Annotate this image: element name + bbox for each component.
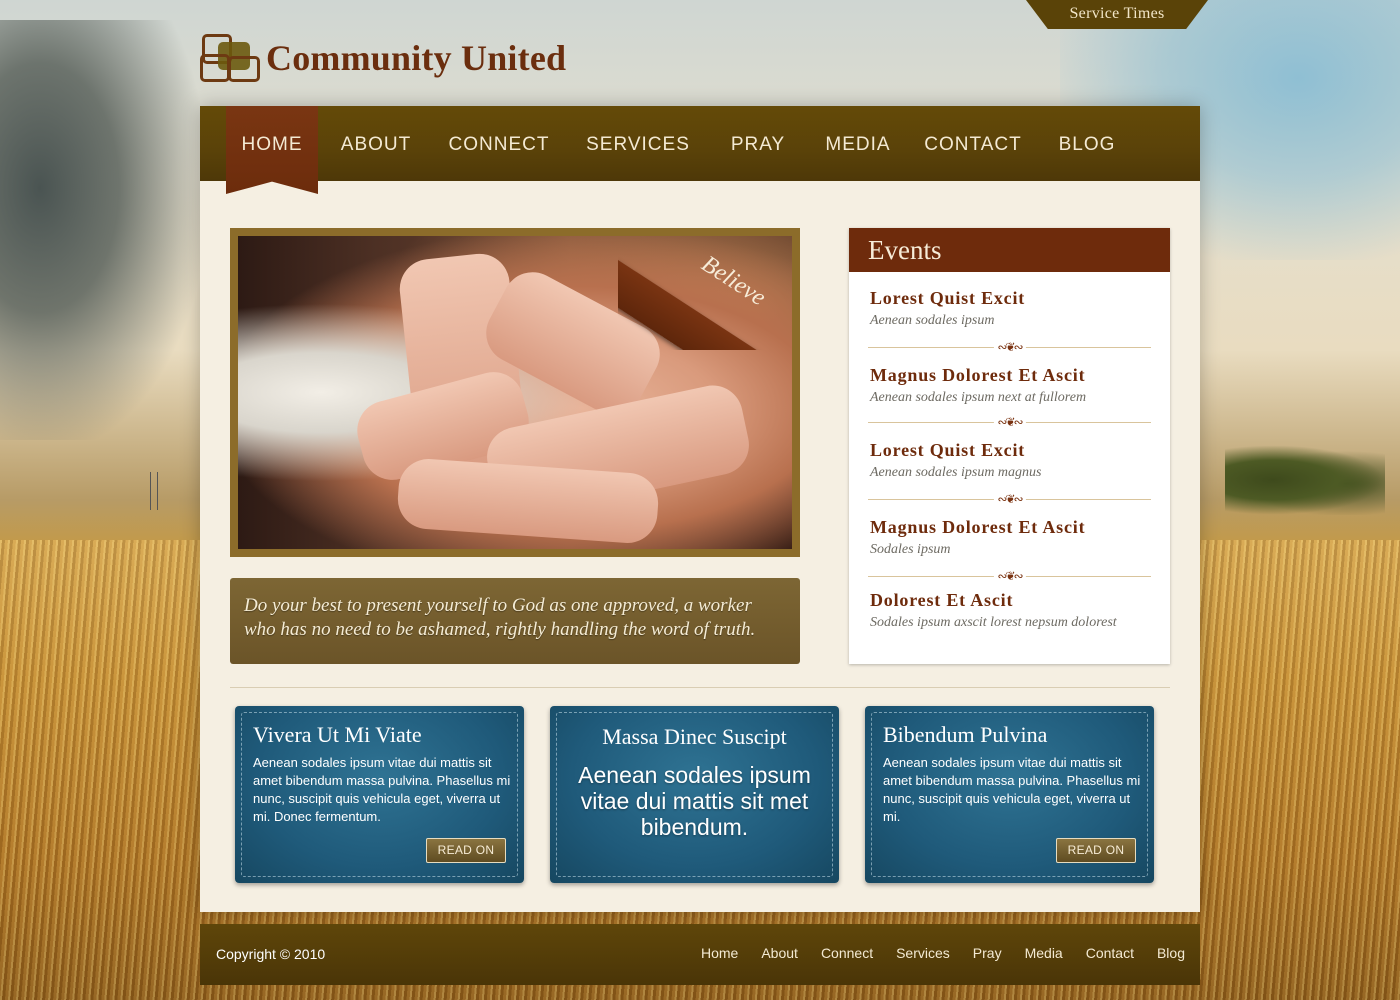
- flourish-icon: ∾❦∾: [993, 569, 1026, 583]
- flourish-icon: ∾❦∾: [993, 492, 1026, 506]
- believe-label: Believe: [696, 250, 771, 312]
- event-title[interactable]: Dolorest Et Ascit: [870, 590, 1170, 611]
- divider: ∾❦∾: [868, 569, 1151, 583]
- event-subtitle: Aenean sodales ipsum next at fullorem: [870, 390, 1087, 405]
- events-heading: Events: [849, 228, 1170, 272]
- logo-squares-icon: [200, 32, 262, 84]
- power-tower-background: [150, 472, 158, 510]
- feature-box: Bibendum Pulvina Aenean sodales ipsum vi…: [865, 706, 1154, 883]
- feature-box: Vivera Ut Mi Viate Aenean sodales ipsum …: [235, 706, 524, 883]
- logo[interactable]: Community United: [200, 30, 566, 86]
- event-item[interactable]: Magnus Dolorest Et Ascit Aenean sodales …: [849, 365, 1170, 406]
- nav-item-contact[interactable]: CONTACT: [918, 106, 1028, 181]
- site-title: Community United: [266, 38, 567, 78]
- scripture-quote: Do your best to present yourself to God …: [230, 578, 800, 664]
- footer-link-about[interactable]: About: [761, 924, 798, 982]
- footer: Copyright © 2010 Home About Connect Serv…: [200, 924, 1200, 985]
- nav-item-blog[interactable]: BLOG: [1052, 106, 1122, 181]
- event-subtitle: Sodales ipsum: [870, 542, 951, 557]
- read-on-button[interactable]: READ ON: [1056, 838, 1136, 863]
- event-subtitle: Sodales ipsum axscit lorest nepsum dolor…: [870, 615, 1117, 630]
- footer-link-contact[interactable]: Contact: [1086, 924, 1134, 982]
- event-subtitle: Aenean sodales ipsum: [870, 313, 995, 328]
- hero-frame: Believe: [230, 228, 808, 557]
- footer-link-home[interactable]: Home: [701, 924, 738, 982]
- events-panel: Events Lorest Quist Excit Aenean sodales…: [849, 228, 1170, 664]
- flourish-icon: ∾❦∾: [993, 415, 1026, 429]
- believe-ribbon: Believe: [618, 220, 808, 350]
- feature-box-text: Aenean sodales ipsum vitae dui mattis si…: [883, 755, 1141, 824]
- trees-background: [1225, 445, 1385, 515]
- event-title[interactable]: Magnus Dolorest Et Ascit: [870, 365, 1170, 386]
- section-divider: [230, 687, 1170, 688]
- event-title[interactable]: Lorest Quist Excit: [870, 288, 1170, 309]
- event-item[interactable]: Lorest Quist Excit Aenean sodales ipsum …: [849, 440, 1170, 481]
- footer-link-services[interactable]: Services: [896, 924, 950, 982]
- main-nav: HOME ABOUT CONNECT SERVICES PRAY MEDIA C…: [200, 106, 1200, 194]
- event-item[interactable]: Magnus Dolorest Et Ascit Sodales ipsum: [849, 517, 1170, 558]
- nav-item-home[interactable]: HOME: [226, 106, 318, 194]
- nav-item-about[interactable]: ABOUT: [326, 106, 426, 181]
- flourish-icon: ∾❦∾: [993, 340, 1026, 354]
- event-title[interactable]: Magnus Dolorest Et Ascit: [870, 517, 1170, 538]
- feature-box-text: Aenean sodales ipsum vitae dui mattis si…: [253, 755, 511, 824]
- nav-item-services[interactable]: SERVICES: [578, 106, 698, 181]
- cloud-background: [0, 20, 200, 440]
- divider: ∾❦∾: [868, 492, 1151, 506]
- service-times-tab[interactable]: Service Times: [1026, 0, 1208, 29]
- event-title[interactable]: Lorest Quist Excit: [870, 440, 1170, 461]
- feature-box: Massa Dinec Suscipt Aenean sodales ipsum…: [550, 706, 839, 883]
- nav-item-pray[interactable]: PRAY: [722, 106, 794, 181]
- feature-box-title: Vivera Ut Mi Viate: [253, 722, 422, 747]
- read-on-button[interactable]: READ ON: [426, 838, 506, 863]
- feature-box-title: Bibendum Pulvina: [883, 722, 1048, 747]
- copyright-text: Copyright © 2010: [216, 946, 326, 962]
- nav-item-connect[interactable]: CONNECT: [440, 106, 558, 181]
- footer-link-pray[interactable]: Pray: [973, 924, 1002, 982]
- nav-label: HOME: [241, 134, 303, 155]
- divider: ∾❦∾: [868, 340, 1151, 354]
- feature-box-text: Aenean sodales ipsum vitae dui mattis si…: [578, 762, 811, 840]
- footer-link-blog[interactable]: Blog: [1157, 924, 1185, 982]
- main-container: HOME ABOUT CONNECT SERVICES PRAY MEDIA C…: [200, 106, 1200, 912]
- event-item[interactable]: Dolorest Et Ascit Sodales ipsum axscit l…: [849, 590, 1170, 631]
- footer-nav: Home About Connect Services Pray Media C…: [678, 924, 1185, 982]
- footer-link-connect[interactable]: Connect: [821, 924, 873, 982]
- event-subtitle: Aenean sodales ipsum magnus: [870, 465, 1042, 480]
- nav-item-media[interactable]: MEDIA: [818, 106, 898, 181]
- event-item[interactable]: Lorest Quist Excit Aenean sodales ipsum: [849, 288, 1170, 329]
- footer-link-media[interactable]: Media: [1025, 924, 1063, 982]
- divider: ∾❦∾: [868, 415, 1151, 429]
- feature-box-title: Massa Dinec Suscipt: [602, 724, 787, 749]
